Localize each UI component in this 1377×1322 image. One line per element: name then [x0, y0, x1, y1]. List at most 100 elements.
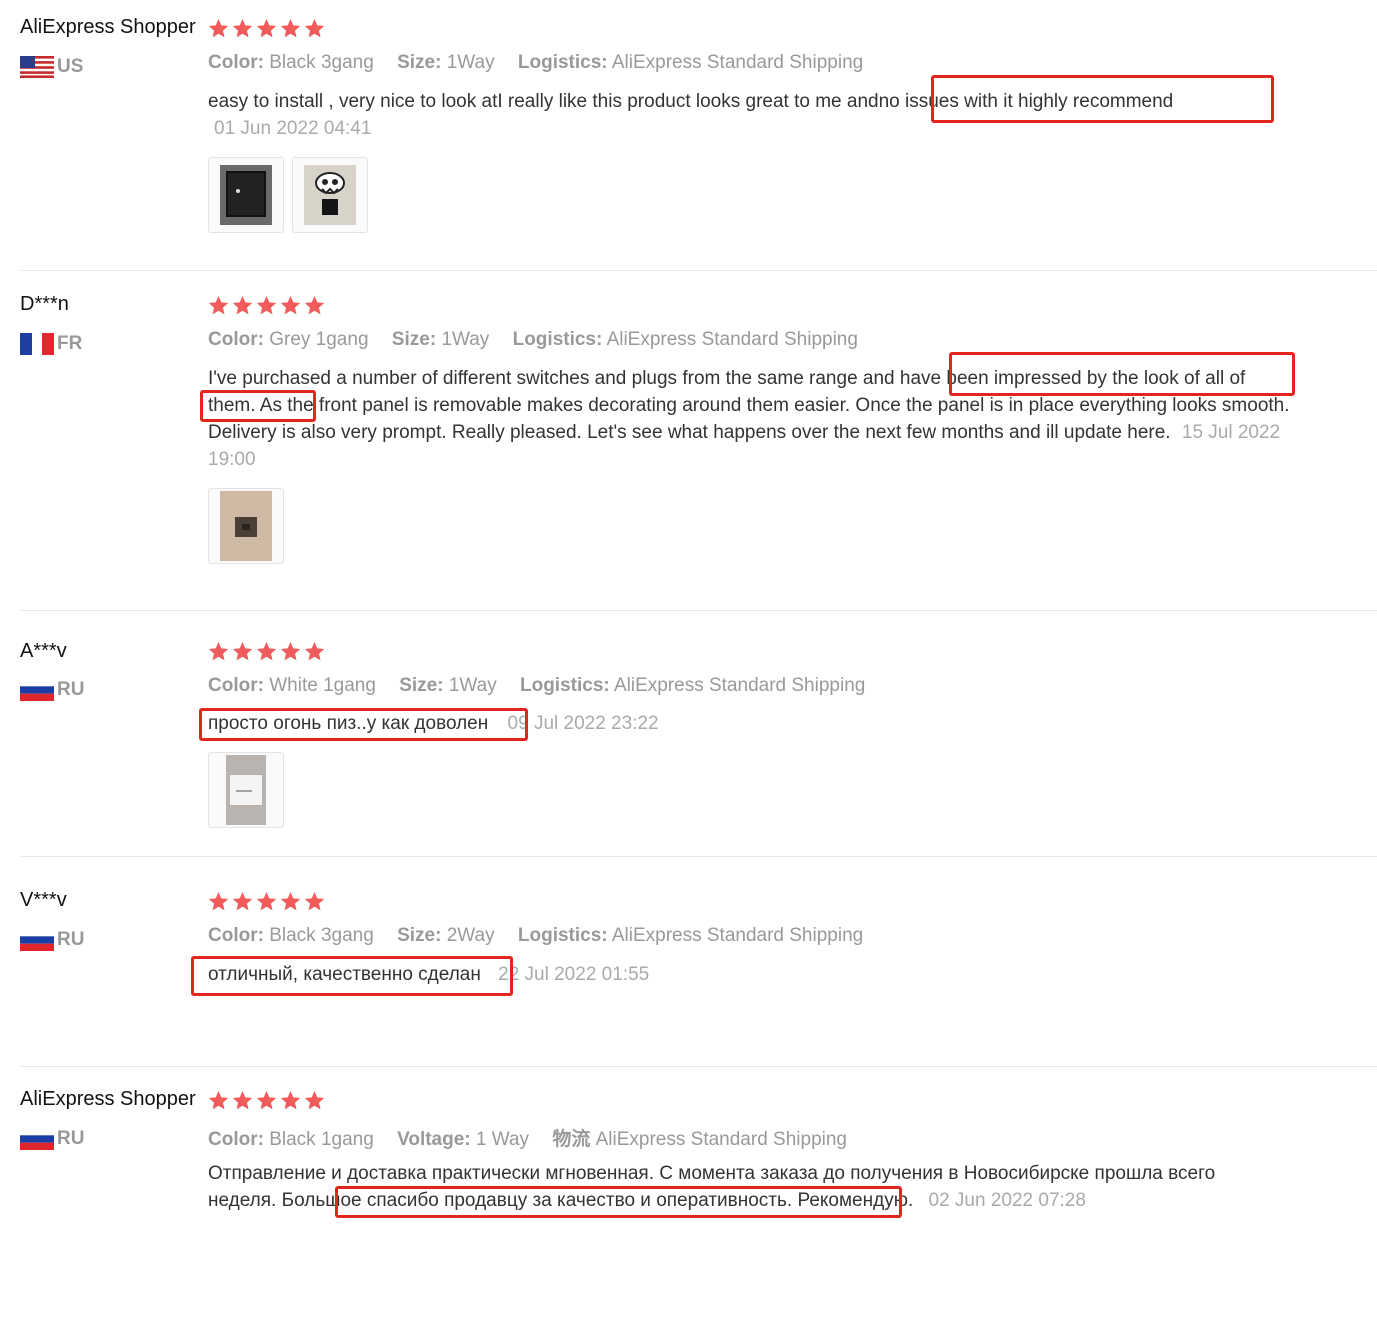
- review-divider: [20, 1066, 1377, 1067]
- size-label: Size:: [397, 925, 442, 946]
- review-text-plain: easy to install , very nice to look atI …: [208, 91, 879, 112]
- white-switch-photo-icon: [226, 755, 266, 825]
- star-rating: [208, 1090, 325, 1111]
- star-icon: [256, 1091, 277, 1110]
- review-text-highlight: no issues with it highly recommend: [878, 91, 1174, 112]
- color-label: Color:: [208, 329, 264, 350]
- logistics-label: Logistics:: [519, 675, 610, 696]
- country-code: RU: [57, 929, 85, 950]
- star-icon: [304, 642, 325, 661]
- review-divider: [20, 270, 1377, 271]
- review-images: [208, 157, 368, 233]
- reviewer-name: D***n: [20, 293, 69, 315]
- order-details: Color: White 1gang Size: 1Way Logistics:…: [208, 675, 883, 697]
- star-icon: [208, 892, 229, 911]
- color-value: White 1gang: [269, 675, 376, 696]
- logistics-value: AliExpress Standard Shipping: [611, 52, 864, 73]
- review-text: отличный, качественно сделан 22 Jul 2022…: [208, 961, 1328, 988]
- color-label: Color:: [208, 1129, 264, 1150]
- review-text-after: As the front panel is removable makes de…: [208, 395, 1290, 443]
- color-label: Color:: [208, 925, 264, 946]
- review-text: Отправление и доставка практически мгнов…: [208, 1160, 1288, 1214]
- review-date: 02 Jun 2022 07:28: [928, 1190, 1086, 1211]
- star-icon: [232, 296, 253, 315]
- review-date: 22 Jul 2022 01:55: [498, 964, 650, 985]
- star-icon: [280, 19, 301, 38]
- country-code: FR: [57, 333, 83, 354]
- star-icon: [256, 642, 277, 661]
- country-code: RU: [57, 679, 85, 700]
- review-text: I've purchased a number of different swi…: [208, 365, 1298, 473]
- star-icon: [280, 642, 301, 661]
- star-icon: [208, 1091, 229, 1110]
- star-icon: [280, 296, 301, 315]
- country-code: RU: [57, 1128, 85, 1149]
- size-label: Size:: [391, 329, 437, 350]
- review-text: easy to install , very nice to look atI …: [208, 88, 1328, 142]
- review-text-after: Рекомендую.: [797, 1190, 914, 1211]
- review-divider: [20, 856, 1377, 857]
- star-icon: [232, 1091, 253, 1110]
- reviewer-country: US: [20, 56, 83, 78]
- star-icon: [280, 892, 301, 911]
- logistics-value: AliExpress Standard Shipping: [613, 675, 866, 696]
- review-images: [208, 752, 284, 828]
- ru-flag-icon: [20, 929, 54, 951]
- color-value: Grey 1gang: [269, 329, 369, 350]
- reviewer-name: A***v: [20, 640, 67, 662]
- review-text: просто огонь пиз..у как доволен 09 Jul 2…: [208, 710, 1328, 737]
- star-icon: [256, 19, 277, 38]
- color-label: Color:: [208, 52, 264, 73]
- star-icon: [256, 892, 277, 911]
- star-rating: [208, 18, 325, 39]
- star-icon: [280, 1091, 301, 1110]
- size-value: 1Way: [441, 329, 490, 350]
- logistics-label: Logistics:: [517, 925, 608, 946]
- size-value: 2Way: [446, 925, 495, 946]
- logistics-value: AliExpress Standard Shipping: [611, 925, 864, 946]
- logistics-value: AliExpress Standard Shipping: [606, 329, 858, 350]
- star-icon: [304, 296, 325, 315]
- black-switch-photo-icon: [220, 165, 272, 225]
- logistics-label: Logistics:: [517, 52, 608, 73]
- review-image-thumbnail[interactable]: [208, 488, 284, 564]
- star-rating: [208, 295, 325, 316]
- grey-switch-photo-icon: [220, 491, 272, 561]
- size-value: 1Way: [448, 675, 497, 696]
- ru-flag-icon: [20, 679, 54, 701]
- fr-flag-icon: [20, 333, 54, 355]
- review-image-thumbnail[interactable]: [292, 157, 368, 233]
- review-image-thumbnail[interactable]: [208, 157, 284, 233]
- review-text-highlight: отличный, качественно сделан: [208, 964, 481, 985]
- voltage-label: Voltage:: [397, 1129, 471, 1150]
- logistics-label: Logistics:: [512, 329, 603, 350]
- review-images: [208, 488, 284, 564]
- color-label: Color:: [208, 675, 264, 696]
- review-image-thumbnail[interactable]: [208, 752, 284, 828]
- country-code: US: [57, 56, 84, 77]
- size-value: 1Way: [446, 52, 495, 73]
- us-flag-icon: [20, 56, 54, 78]
- reviewer-country: RU: [20, 1128, 84, 1150]
- ru-flag-icon: [20, 1128, 54, 1150]
- review-date: 01 Jun 2022 04:41: [214, 118, 372, 139]
- order-details: Color: Grey 1gang Size: 1Way Logistics: …: [208, 329, 876, 351]
- star-icon: [208, 642, 229, 661]
- order-details: Color: Black 3gang Size: 1Way Logistics:…: [208, 52, 881, 74]
- reviewer-country: FR: [20, 333, 82, 355]
- reviewer-name: AliExpress Shopper: [20, 16, 196, 38]
- order-details: Color: Black 3gang Size: 2Way Logistics:…: [208, 925, 881, 947]
- reviewer-name: V***v: [20, 889, 67, 911]
- logistics-label: 物流: [552, 1129, 591, 1150]
- size-label: Size:: [397, 52, 442, 73]
- voltage-value: 1 Way: [475, 1129, 530, 1150]
- review-date: 09 Jul 2022 23:22: [507, 713, 659, 734]
- star-icon: [232, 892, 253, 911]
- reviewer-country: RU: [20, 929, 84, 951]
- star-icon: [304, 1091, 325, 1110]
- color-value: Black 3gang: [269, 925, 374, 946]
- size-label: Size:: [399, 675, 444, 696]
- reviewer-country: RU: [20, 679, 84, 701]
- star-rating: [208, 891, 325, 912]
- star-icon: [256, 296, 277, 315]
